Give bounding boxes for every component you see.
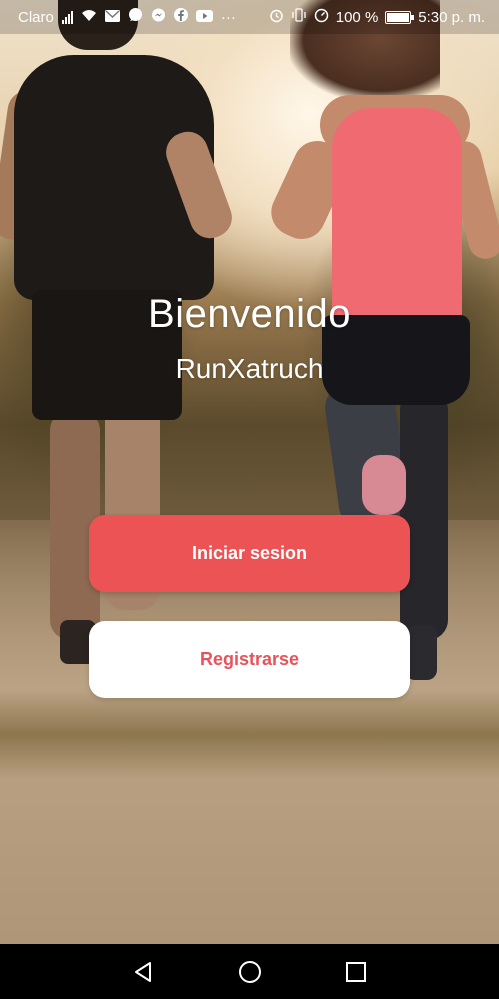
vibrate-icon bbox=[291, 8, 307, 26]
runner-woman-leg bbox=[400, 390, 448, 640]
carrier-label: Claro bbox=[18, 8, 54, 26]
recents-button[interactable] bbox=[303, 944, 409, 999]
runner-woman-shoe bbox=[362, 455, 406, 515]
app-name: RunXatruch bbox=[175, 353, 324, 384]
mail-icon bbox=[104, 9, 120, 26]
youtube-icon bbox=[195, 9, 213, 26]
facebook-icon bbox=[173, 8, 188, 26]
back-icon bbox=[134, 961, 151, 982]
wifi-icon bbox=[81, 9, 97, 26]
signal-icon bbox=[61, 10, 73, 24]
recents-icon bbox=[345, 961, 366, 982]
data-saver-icon bbox=[314, 8, 329, 27]
login-button-label: Iniciar sesion bbox=[191, 543, 308, 563]
navigation-bar bbox=[0, 944, 499, 999]
home-icon bbox=[238, 960, 261, 983]
messenger-icon bbox=[151, 8, 166, 26]
login-button[interactable]: Iniciar sesion bbox=[89, 515, 410, 592]
back-button[interactable] bbox=[91, 944, 197, 999]
register-button[interactable]: Registrarse bbox=[89, 621, 410, 698]
welcome-title: Bienvenido bbox=[148, 292, 351, 336]
status-bar-right: 100 % 5:30 p. m. bbox=[269, 8, 485, 27]
status-bar: Claro ··· 100 % 5:30 p. m. bbox=[0, 0, 499, 34]
background-grass bbox=[0, 690, 499, 780]
battery-icon bbox=[385, 10, 415, 24]
clock: 5:30 p. m. bbox=[418, 8, 485, 26]
battery-percent: 100 % bbox=[335, 8, 379, 26]
status-bar-left: Claro ··· bbox=[18, 8, 236, 26]
register-button-label: Registrarse bbox=[199, 649, 300, 669]
more-icon: ··· bbox=[220, 8, 236, 26]
message-icon bbox=[128, 8, 143, 26]
alarm-icon bbox=[269, 8, 284, 27]
background-photo bbox=[0, 0, 499, 944]
home-button[interactable] bbox=[197, 944, 303, 999]
runner-woman-top bbox=[332, 108, 462, 323]
